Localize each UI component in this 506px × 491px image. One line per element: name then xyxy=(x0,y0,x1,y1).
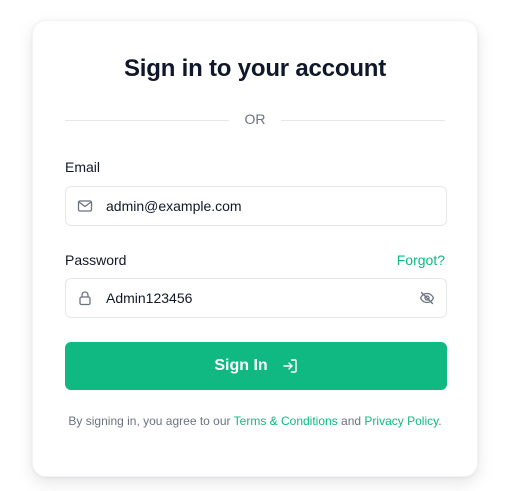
sign-in-button-label: Sign In xyxy=(214,357,268,374)
terms-suffix: . xyxy=(438,414,442,428)
signin-card: Sign in to your account OR Email admin@e… xyxy=(32,20,478,477)
email-value[interactable]: admin@example.com xyxy=(106,198,242,214)
or-divider: OR xyxy=(65,109,445,131)
password-value[interactable]: Admin123456 xyxy=(106,290,192,306)
mail-icon xyxy=(77,200,93,212)
page-title: Sign in to your account xyxy=(123,55,387,82)
email-field[interactable]: admin@example.com xyxy=(65,186,447,226)
forgot-password-link[interactable]: Forgot? xyxy=(397,252,445,268)
login-arrow-icon xyxy=(282,359,297,373)
terms-conjunction: and xyxy=(341,414,362,428)
sign-in-button[interactable]: Sign In xyxy=(65,342,447,390)
password-field[interactable]: Admin123456 xyxy=(65,278,447,318)
divider-line-right xyxy=(281,120,445,121)
email-label: Email xyxy=(65,159,101,175)
password-label: Password xyxy=(65,252,127,268)
terms-prefix: By signing in, you agree to our xyxy=(68,414,231,428)
lock-icon xyxy=(79,291,91,306)
terms-notice: By signing in, you agree to our Terms & … xyxy=(65,413,445,429)
divider-text: OR xyxy=(244,111,266,127)
privacy-policy-link[interactable]: Privacy Policy xyxy=(364,414,438,428)
eye-off-icon[interactable] xyxy=(419,290,435,306)
terms-link[interactable]: Terms & Conditions xyxy=(234,414,338,428)
